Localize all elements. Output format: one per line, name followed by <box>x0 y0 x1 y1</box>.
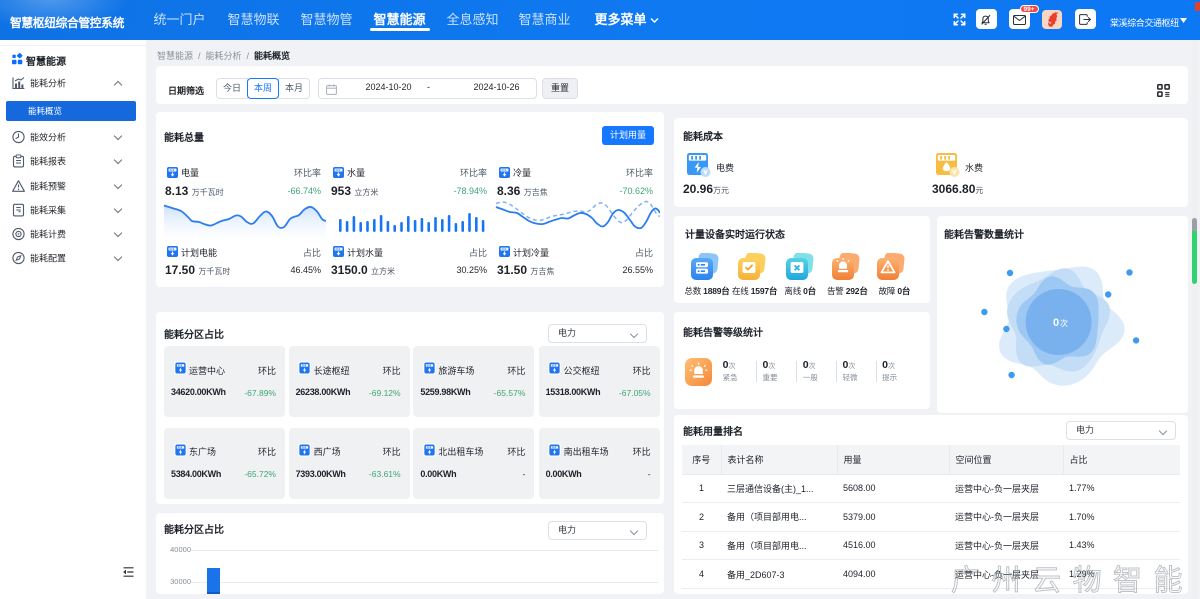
svg-text:0: 0 <box>1053 317 1059 329</box>
svg-text:次: 次 <box>1060 318 1068 328</box>
